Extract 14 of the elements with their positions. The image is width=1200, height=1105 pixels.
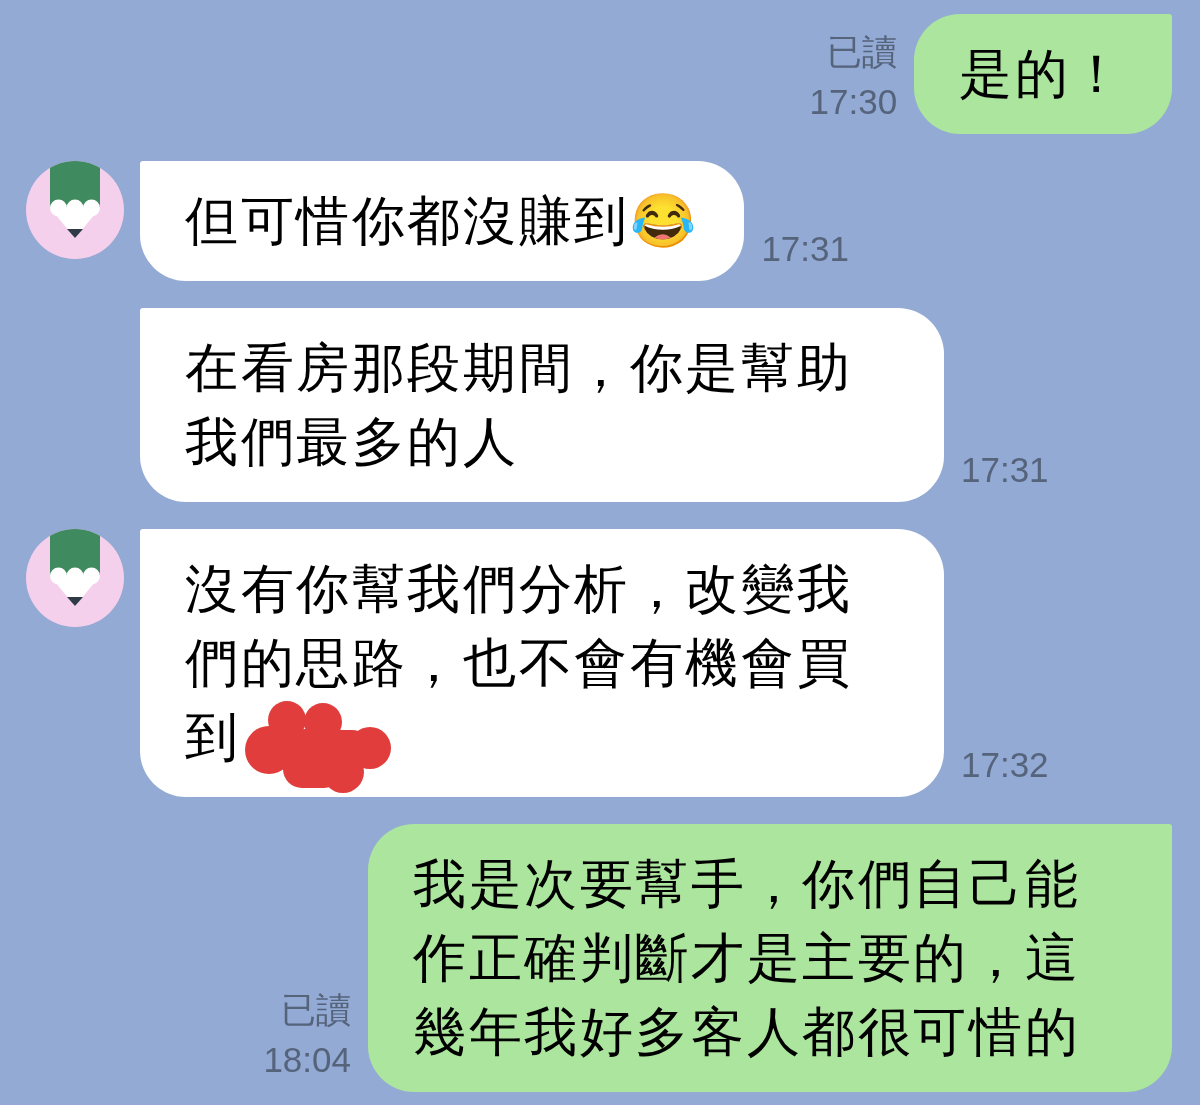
pencil-avatar-icon[interactable] — [26, 529, 124, 627]
message-text: 沒有你幫我們分析，改變我們的思路，也不會有機會買到 — [185, 559, 853, 766]
message-text: 是的！ — [959, 44, 1126, 103]
message-time: 17:32 — [961, 744, 1049, 786]
read-receipt: 已讀 — [281, 989, 351, 1031]
message-time: 18:04 — [263, 1039, 351, 1081]
pencil-avatar-icon[interactable] — [26, 161, 124, 259]
message-time: 17:31 — [761, 228, 849, 270]
message-text: 但可惜你都沒賺到😂 — [185, 191, 699, 250]
message-time: 17:31 — [961, 449, 1049, 491]
message-text: 在看房那段期間，你是幫助我們最多的人 — [185, 338, 853, 471]
message-text: 我是次要幫手，你們自己能作正確判斷才是主要的，這幾年我好多客人都很可惜的 — [413, 854, 1081, 1061]
message-time: 17:30 — [809, 81, 898, 123]
read-receipt: 已讀 — [827, 31, 898, 73]
